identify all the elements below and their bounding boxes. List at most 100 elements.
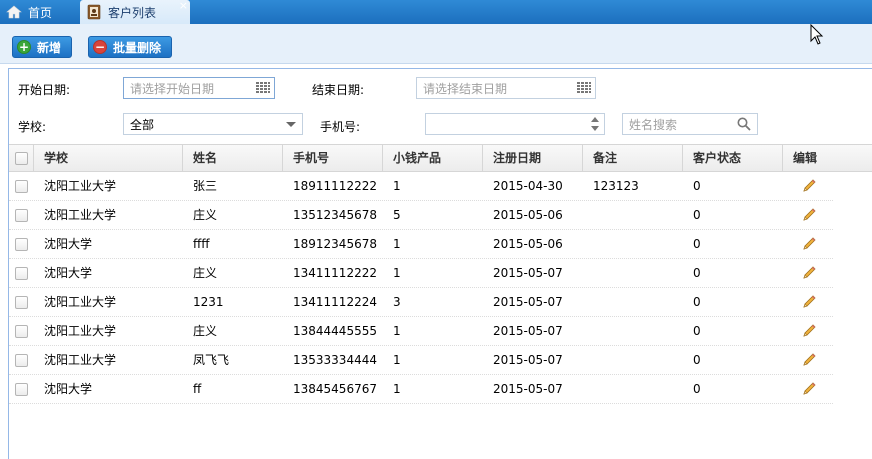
cell-name: 1231	[193, 295, 224, 309]
spinner-up-icon[interactable]	[591, 117, 599, 122]
cell-product: 1	[393, 179, 401, 193]
table-row[interactable]: 沈阳工业大学 庄义 13512345678 5 2015-05-06 0	[9, 201, 833, 230]
tab-home[interactable]: 首页	[0, 0, 78, 24]
batch-delete-button[interactable]: − 批量删除	[88, 36, 172, 58]
row-checkbox[interactable]	[15, 267, 28, 280]
cell-school: 沈阳工业大学	[44, 324, 117, 338]
cell-customer-status: 0	[693, 295, 701, 309]
cell-product: 1	[393, 353, 401, 367]
table-row[interactable]: 沈阳大学 ffff 18912345678 1 2015-05-06 0	[9, 230, 833, 259]
calendar-icon[interactable]	[256, 82, 270, 94]
cell-remark	[583, 288, 683, 316]
contact-card-icon	[87, 4, 101, 20]
start-date-label: 开始日期:	[18, 83, 71, 97]
header-product[interactable]: 小钱产品	[383, 145, 483, 172]
table-row[interactable]: 沈阳大学 庄义 13411112222 1 2015-05-07 0	[9, 259, 833, 288]
chevron-down-icon[interactable]	[286, 122, 296, 127]
cell-name: 庄义	[193, 266, 218, 280]
table-row[interactable]: 沈阳工业大学 庄义 13844445555 1 2015-05-07 0	[9, 317, 833, 346]
pencil-icon[interactable]	[801, 323, 817, 339]
pencil-icon[interactable]	[801, 294, 817, 310]
row-checkbox[interactable]	[15, 238, 28, 251]
cell-edit	[783, 317, 833, 345]
header-remark[interactable]: 备注	[583, 145, 683, 172]
minus-circle-icon: −	[93, 40, 107, 54]
row-checkbox[interactable]	[15, 325, 28, 338]
phone-input[interactable]	[425, 113, 605, 135]
plus-circle-icon: +	[17, 40, 31, 54]
name-search-input[interactable]: 姓名搜索	[622, 113, 758, 135]
cell-remark	[583, 259, 683, 287]
cell-phone: 13844445555	[293, 324, 377, 338]
cell-register-date: 2015-05-06	[493, 208, 563, 222]
row-checkbox[interactable]	[15, 383, 28, 396]
row-checkbox[interactable]	[15, 209, 28, 222]
pencil-icon[interactable]	[801, 236, 817, 252]
header-name[interactable]: 姓名	[183, 145, 283, 172]
end-date-input[interactable]: 请选择结束日期	[416, 77, 596, 99]
tab-customer-list[interactable]: 客户列表 ×	[80, 0, 190, 24]
row-checkbox[interactable]	[15, 180, 28, 193]
cell-name: 庄义	[193, 208, 218, 222]
cell-register-date: 2015-05-07	[493, 382, 563, 396]
select-all-checkbox[interactable]	[15, 152, 28, 165]
grid-header: 学校 姓名 手机号 小钱产品 注册日期 备注 客户状态 编辑	[9, 144, 872, 172]
pencil-icon[interactable]	[801, 178, 817, 194]
row-checkbox[interactable]	[15, 296, 28, 309]
pencil-icon[interactable]	[801, 352, 817, 368]
table-row[interactable]: 沈阳工业大学 凤飞飞 13533334444 1 2015-05-07 0	[9, 346, 833, 375]
school-select[interactable]: 全部	[123, 113, 303, 135]
table-row[interactable]: 沈阳工业大学 张三 18911112222 1 2015-04-30 123123 0	[9, 172, 833, 201]
header-edit: 编辑	[793, 151, 818, 165]
customer-grid: 学校 姓名 手机号 小钱产品 注册日期 备注 客户状态 编辑 沈阳工业大学 张三 1…	[9, 144, 872, 404]
header-checkbox-cell	[9, 145, 34, 172]
cell-name: 庄义	[193, 324, 218, 338]
header-register-date[interactable]: 注册日期	[483, 145, 583, 172]
row-checkbox[interactable]	[15, 354, 28, 367]
cell-edit	[783, 346, 833, 374]
school-select-value: 全部	[130, 117, 155, 132]
pencil-icon[interactable]	[801, 265, 817, 281]
spinner-down-icon[interactable]	[591, 126, 599, 131]
end-date-placeholder: 请选择结束日期	[423, 81, 508, 96]
cell-school: 沈阳大学	[44, 266, 93, 280]
add-button-label: 新增	[37, 40, 62, 55]
tab-customer-list-label: 客户列表	[108, 5, 157, 20]
cell-edit	[783, 230, 833, 258]
header-school[interactable]: 学校	[34, 145, 183, 172]
cell-school: 沈阳工业大学	[44, 208, 117, 222]
tab-close-icon[interactable]: ×	[179, 0, 188, 12]
name-search-placeholder: 姓名搜索	[629, 117, 678, 132]
search-icon[interactable]	[737, 117, 751, 131]
pencil-icon[interactable]	[801, 381, 817, 397]
cell-school: 沈阳大学	[44, 382, 93, 396]
cell-customer-status: 0	[693, 208, 701, 222]
school-label: 学校:	[18, 120, 47, 134]
table-row[interactable]: 沈阳大学 ff 13845456767 1 2015-05-07 0	[9, 375, 833, 404]
cell-name: 张三	[193, 179, 218, 193]
cell-phone: 13845456767	[293, 382, 377, 396]
cell-product: 1	[393, 237, 401, 251]
cell-school: 沈阳工业大学	[44, 295, 117, 309]
toolbar: + 新增 − 批量删除	[0, 24, 872, 64]
cell-product: 5	[393, 208, 401, 222]
cell-phone: 13411112222	[293, 266, 377, 280]
cell-phone: 13512345678	[293, 208, 377, 222]
cell-phone: 13411112224	[293, 295, 377, 309]
pencil-icon[interactable]	[801, 207, 817, 223]
customer-list-panel: 开始日期: 请选择开始日期 结束日期: 请选择结束日期 学校: 全部 手机号: …	[8, 68, 872, 459]
cell-register-date: 2015-05-07	[493, 266, 563, 280]
table-row[interactable]: 沈阳工业大学 1231 13411112224 3 2015-05-07 0	[9, 288, 833, 317]
add-button[interactable]: + 新增	[12, 36, 72, 58]
cell-school: 沈阳工业大学	[44, 353, 117, 367]
cell-edit	[783, 201, 833, 229]
calendar-icon[interactable]	[577, 82, 591, 94]
start-date-input[interactable]: 请选择开始日期	[123, 77, 275, 99]
cell-phone: 18912345678	[293, 237, 377, 251]
header-customer-status[interactable]: 客户状态	[683, 145, 783, 172]
tab-bar: 首页 客户列表 ×	[0, 0, 872, 24]
header-phone[interactable]: 手机号	[283, 145, 383, 172]
cell-remark	[583, 317, 683, 345]
grid-body: 沈阳工业大学 张三 18911112222 1 2015-04-30 123123 0 沈阳工…	[9, 172, 833, 404]
cell-edit	[783, 259, 833, 287]
